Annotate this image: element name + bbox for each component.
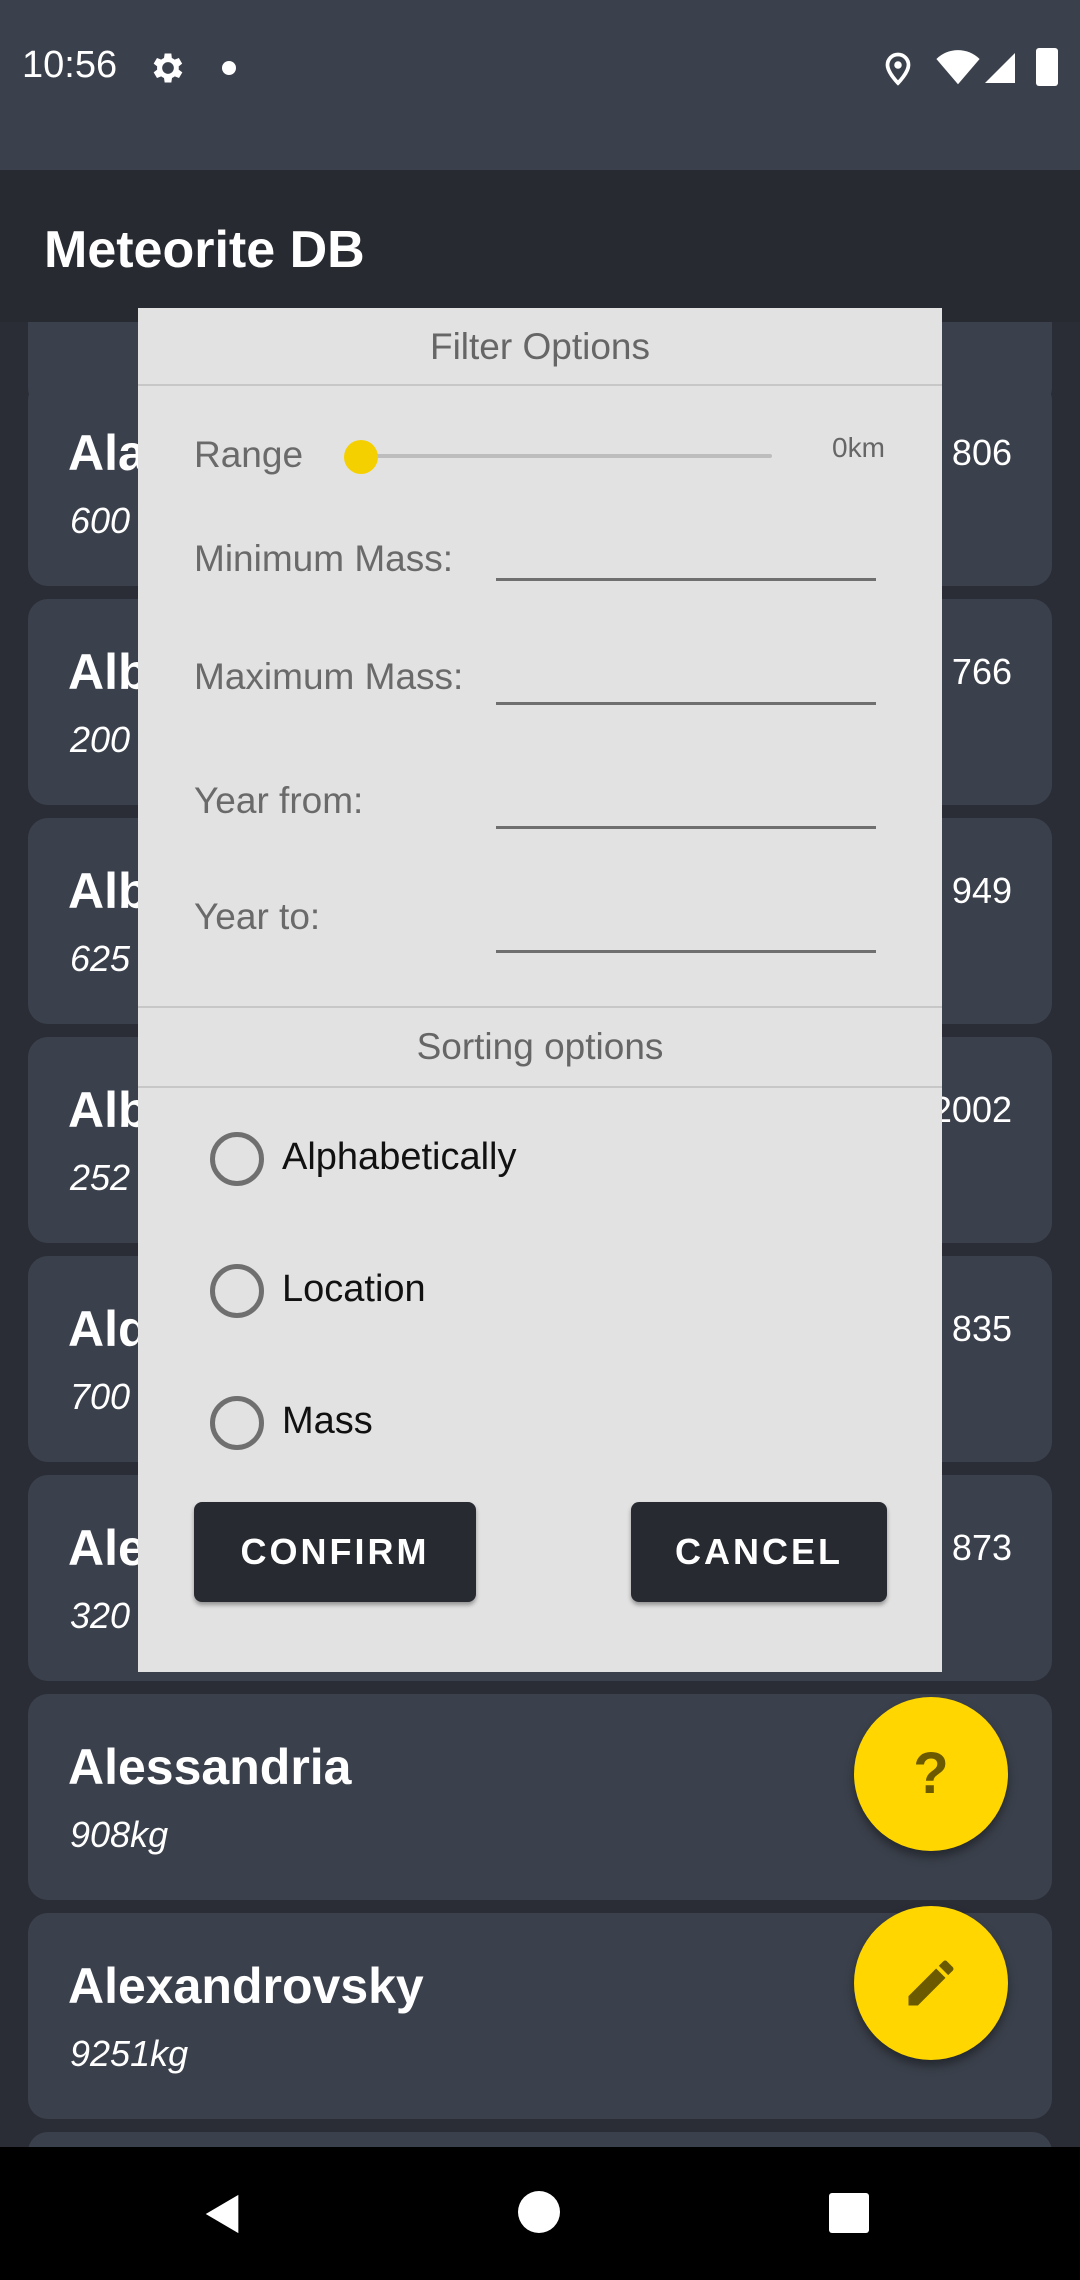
home-icon[interactable] xyxy=(518,2191,560,2233)
status-time: 10:56 xyxy=(22,44,118,86)
cancel-button[interactable]: CANCEL xyxy=(631,1502,887,1602)
sorting-options-header: Sorting options xyxy=(416,1026,664,1067)
year-to-label: Year to: xyxy=(194,896,321,937)
divider xyxy=(138,384,942,386)
item-mass: 252 xyxy=(70,1157,131,1198)
radio-button[interactable] xyxy=(210,1264,264,1318)
range-slider-thumb[interactable] xyxy=(344,440,378,474)
item-name: Ale xyxy=(68,1520,146,1576)
radio-button[interactable] xyxy=(210,1132,264,1186)
confirm-button[interactable]: CONFIRM xyxy=(194,1502,476,1602)
radio-label: Mass xyxy=(282,1400,373,1442)
list-item[interactable] xyxy=(28,2132,1052,2147)
item-year: 766 xyxy=(951,651,1012,692)
wifi-icon xyxy=(936,50,980,85)
item-name: Alb xyxy=(68,1082,149,1138)
battery-icon xyxy=(1036,48,1058,86)
item-name: Alexandrovsky xyxy=(68,1958,424,2014)
item-mass: 908kg xyxy=(70,1814,169,1855)
radio-button[interactable] xyxy=(210,1396,264,1450)
cell-signal-icon xyxy=(985,53,1015,83)
filter-dialog: Filter Options Range 0km Minimum Mass: M… xyxy=(138,308,942,1672)
location-icon xyxy=(885,52,911,86)
divider xyxy=(138,1006,942,1008)
back-icon[interactable] xyxy=(200,2191,246,2237)
item-name: Ala xyxy=(68,425,146,481)
divider xyxy=(138,1086,942,1088)
year-from-field[interactable] xyxy=(496,826,876,829)
edit-button[interactable] xyxy=(854,1906,1008,2060)
min-mass-field[interactable] xyxy=(496,578,876,581)
range-slider-track[interactable] xyxy=(360,454,772,458)
notification-dot-icon xyxy=(222,61,236,75)
max-mass-label: Maximum Mass: xyxy=(194,656,464,697)
radio-label: Alphabetically xyxy=(282,1136,517,1178)
item-mass: 200 xyxy=(70,719,131,760)
status-bar: 10:56 xyxy=(0,0,1080,170)
item-name: Alb xyxy=(68,644,149,700)
item-name: Ald xyxy=(68,1301,149,1357)
item-year: 873 xyxy=(951,1527,1012,1568)
recents-icon[interactable] xyxy=(829,2193,869,2233)
app-title: Meteorite DB xyxy=(44,221,365,279)
filter-options-header: Filter Options xyxy=(429,326,650,367)
item-mass: 625 xyxy=(70,938,131,979)
item-mass: 9251kg xyxy=(70,2033,189,2074)
item-year: 806 xyxy=(951,432,1012,473)
item-name: Alessandria xyxy=(68,1739,352,1795)
item-year: 949 xyxy=(951,870,1012,911)
item-mass: 700 xyxy=(70,1376,131,1417)
range-label: Range xyxy=(194,434,304,475)
range-value: 0km xyxy=(832,432,885,463)
item-year: 2002 xyxy=(931,1089,1012,1130)
navigation-bar xyxy=(0,2147,1080,2280)
item-year: 835 xyxy=(951,1308,1012,1349)
item-mass: 320 xyxy=(70,1595,131,1636)
item-mass: 600 xyxy=(70,500,131,541)
min-mass-label: Minimum Mass: xyxy=(194,538,454,579)
year-to-field[interactable] xyxy=(496,950,876,953)
app-bar: Meteorite DB xyxy=(0,170,1080,322)
pencil-icon xyxy=(908,1960,954,2006)
help-button[interactable]: ? xyxy=(854,1697,1008,1851)
item-name: Alb xyxy=(68,863,149,919)
help-icon: ? xyxy=(913,1741,949,1806)
radio-label: Location xyxy=(282,1268,426,1310)
gear-icon xyxy=(153,53,183,83)
year-from-label: Year from: xyxy=(194,780,364,821)
max-mass-field[interactable] xyxy=(496,702,876,705)
